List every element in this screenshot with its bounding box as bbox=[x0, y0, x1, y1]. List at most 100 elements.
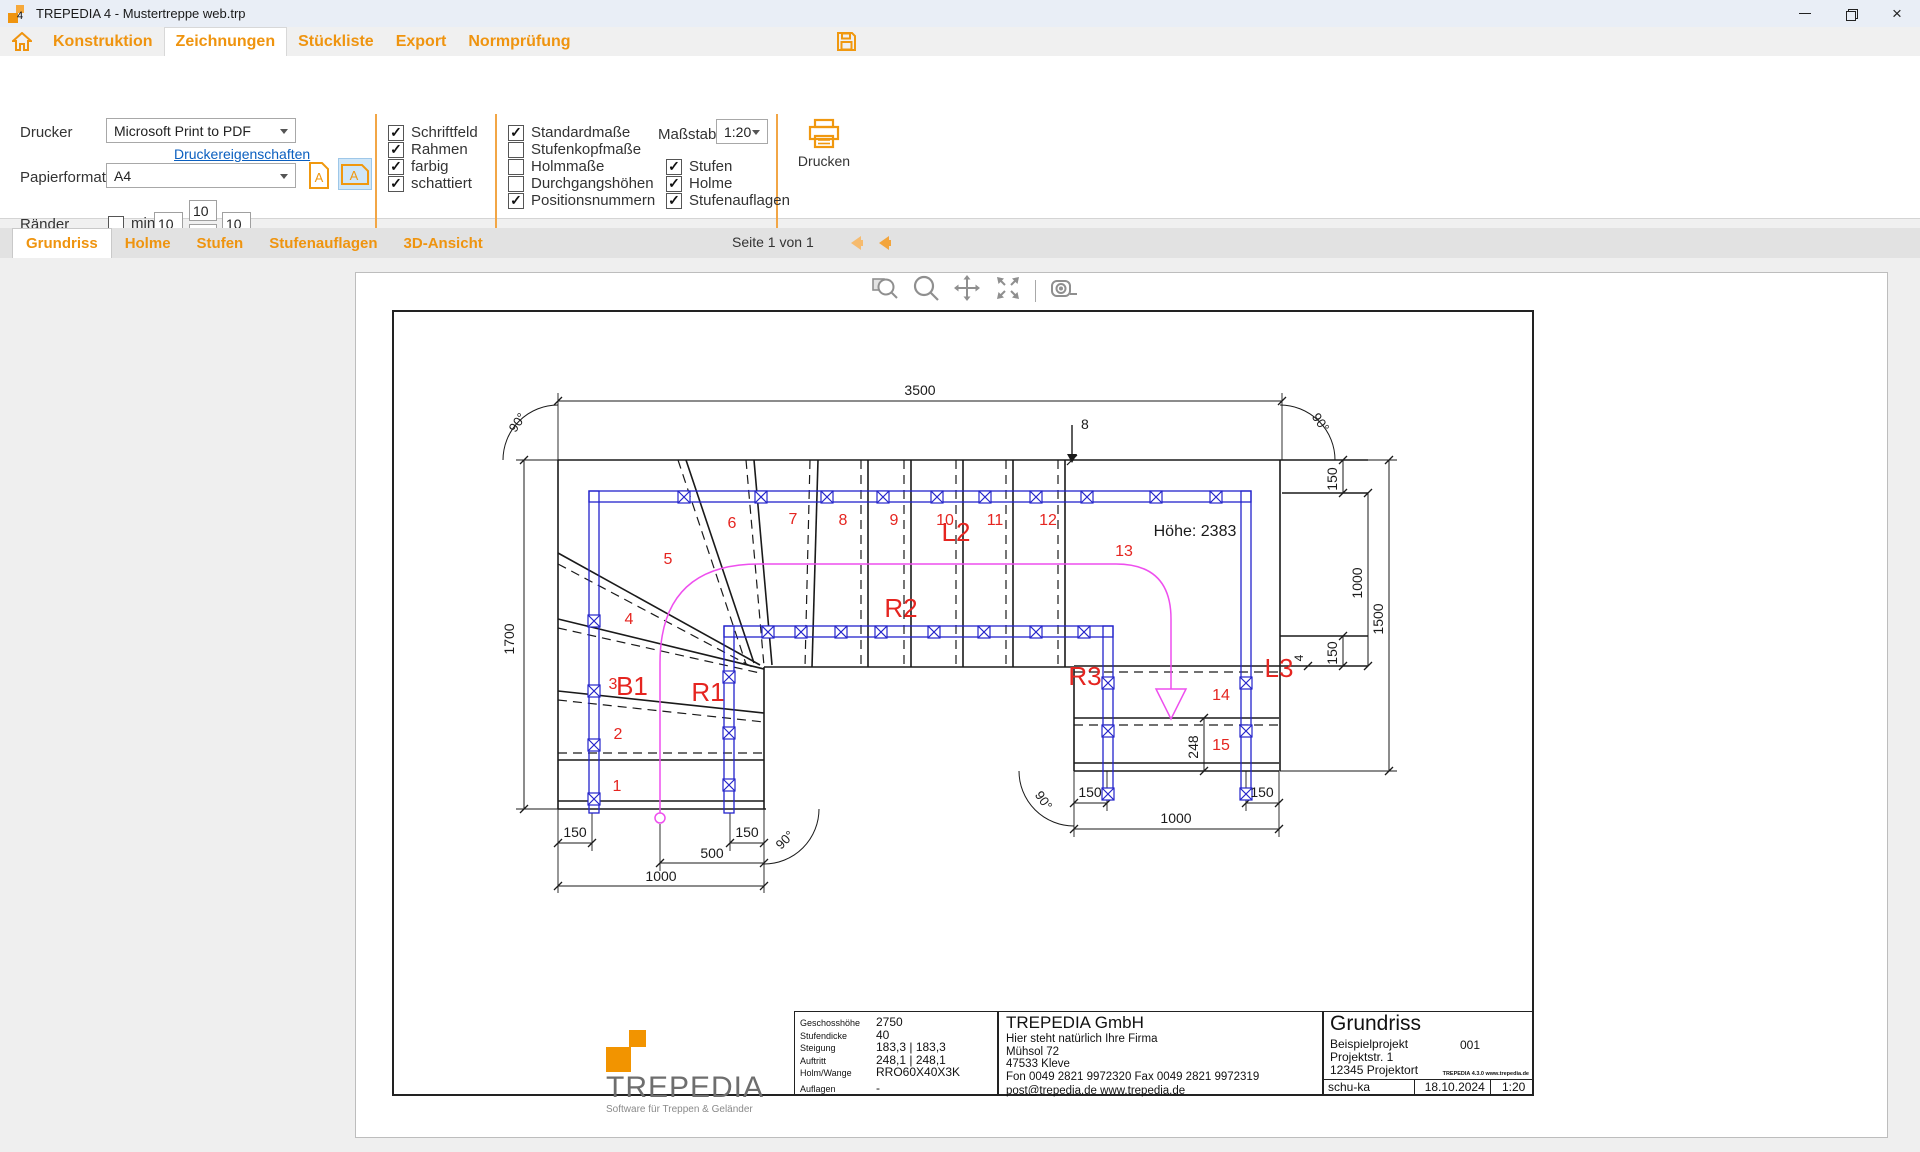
stufenauflagen-checkbox[interactable]: ✓ bbox=[666, 193, 682, 209]
standardmasse-checkbox[interactable]: ✓ bbox=[508, 125, 524, 141]
stufenkopfmasse-label: Stufenkopfmaße bbox=[531, 141, 641, 158]
sheet-scale: 1:20 bbox=[1490, 1080, 1532, 1094]
step-number: 8 bbox=[839, 512, 848, 529]
step-number: 5 bbox=[664, 551, 673, 568]
angle-label: 90° bbox=[1032, 788, 1056, 813]
tab-stueckliste[interactable]: Stückliste bbox=[287, 27, 385, 56]
step-number: 7 bbox=[789, 511, 798, 528]
step-number: 14 bbox=[1212, 687, 1230, 704]
restore-button[interactable] bbox=[1828, 0, 1874, 27]
portrait-a-glyph: A bbox=[315, 170, 324, 185]
param-value: - bbox=[876, 1081, 880, 1095]
walls-and-steps bbox=[558, 460, 1368, 809]
close-button[interactable]: × bbox=[1874, 0, 1920, 27]
holms bbox=[589, 491, 1251, 813]
schattiert-checkbox[interactable]: ✓ bbox=[388, 176, 404, 192]
step-number: 12 bbox=[1039, 512, 1057, 529]
label-l2: L2 bbox=[942, 517, 971, 547]
walk-start-number: 8 bbox=[1081, 416, 1089, 432]
angle-arcs bbox=[503, 405, 1335, 864]
tab-konstruktion[interactable]: Konstruktion bbox=[42, 27, 164, 56]
positionsnummern-checkbox[interactable]: ✓ bbox=[508, 193, 524, 209]
sheet-title: Grundriss bbox=[1330, 1012, 1421, 1036]
doctab-grundriss[interactable]: Grundriss bbox=[12, 228, 112, 258]
holmmasse-label: Holmmaße bbox=[531, 158, 604, 175]
durchgangshoehen-label: Durchgangshöhen bbox=[531, 175, 654, 192]
paper-select[interactable]: A4 bbox=[106, 163, 296, 188]
document-tabbar: Grundriss Holme Stufen Stufenauflagen 3D… bbox=[0, 228, 1920, 259]
landscape-a-glyph: A bbox=[350, 168, 359, 183]
param-label: Holm/Wange bbox=[800, 1068, 876, 1078]
tab-normpruefung[interactable]: Normprüfung bbox=[457, 27, 581, 56]
step-number: 1 bbox=[613, 778, 622, 795]
titlebar: 4 TREPEDIA 4 - Mustertreppe web.trp × bbox=[0, 0, 1920, 27]
dim-label: 1700 bbox=[501, 623, 517, 654]
angle-label: 90° bbox=[506, 410, 530, 435]
param-label: Auftritt bbox=[800, 1056, 876, 1066]
walk-start-arrow bbox=[1067, 425, 1077, 465]
step-number: 6 bbox=[728, 515, 737, 532]
drawing-canvas[interactable]: 3500 1700 150 150 500 1000 150 150 1000 … bbox=[0, 258, 1920, 1152]
stufenkopfmasse-checkbox[interactable] bbox=[508, 142, 524, 158]
titleblock-sheet: Grundriss Beispielprojekt 001 Projektstr… bbox=[1323, 1011, 1533, 1095]
tab-export[interactable]: Export bbox=[385, 27, 458, 56]
param-label: Stufendicke bbox=[800, 1031, 876, 1041]
home-icon[interactable] bbox=[0, 27, 42, 56]
orientation-landscape-button[interactable]: A bbox=[338, 158, 372, 190]
holme-checkbox[interactable]: ✓ bbox=[666, 176, 682, 192]
scale-select-value: 1:20 bbox=[724, 124, 751, 140]
company-line: 47533 Kleve bbox=[1006, 1058, 1322, 1071]
rahmen-checkbox[interactable]: ✓ bbox=[388, 142, 404, 158]
print-button[interactable]: Drucken bbox=[786, 118, 862, 182]
dim-label: 248 bbox=[1185, 735, 1201, 759]
dim-label: 150 bbox=[1324, 641, 1340, 665]
step-number: 15 bbox=[1212, 737, 1230, 754]
previous-page-arrow[interactable] bbox=[840, 234, 864, 257]
doctab-holme[interactable]: Holme bbox=[112, 228, 184, 258]
trepedia-logo: TREPEDIA Software für Treppen & Geländer bbox=[606, 1017, 794, 1087]
step-number: 4 bbox=[625, 611, 634, 628]
minimize-button[interactable] bbox=[1782, 0, 1828, 27]
label-r1: R1 bbox=[691, 677, 724, 707]
printer-label: Drucker bbox=[20, 124, 73, 141]
scale-select[interactable]: 1:20 bbox=[716, 119, 768, 144]
doctab-stufen[interactable]: Stufen bbox=[184, 228, 257, 258]
window-title: TREPEDIA 4 - Mustertreppe web.trp bbox=[36, 6, 246, 21]
durchgangshoehen-checkbox[interactable] bbox=[508, 176, 524, 192]
farbig-label: farbig bbox=[411, 158, 449, 175]
stufen-checkbox[interactable]: ✓ bbox=[666, 159, 682, 175]
paper-label: Papierformat bbox=[20, 169, 106, 186]
printer-properties-link[interactable]: Druckereigenschaften bbox=[174, 146, 310, 162]
param-label: Auflagen bbox=[800, 1084, 876, 1094]
standardmasse-label: Standardmaße bbox=[531, 124, 630, 141]
schattiert-label: schattiert bbox=[411, 175, 472, 192]
orientation-portrait-button[interactable]: A bbox=[306, 160, 332, 190]
farbig-checkbox[interactable]: ✓ bbox=[388, 159, 404, 175]
scale-label: Maßstab bbox=[658, 126, 716, 143]
schriftfeld-checkbox[interactable]: ✓ bbox=[388, 125, 404, 141]
titleblock-company: TREPEDIA GmbH Hier steht natürlich Ihre … bbox=[998, 1011, 1323, 1095]
company-line: Fon 0049 2821 9972320 Fax 0049 2821 9972… bbox=[1006, 1071, 1322, 1084]
tab-zeichnungen[interactable]: Zeichnungen bbox=[164, 27, 288, 56]
sheet-city: 12345 Projektort bbox=[1330, 1063, 1418, 1077]
doctab-stufenauflagen[interactable]: Stufenauflagen bbox=[256, 228, 390, 258]
minimize-icon bbox=[1799, 13, 1811, 14]
step-number: 9 bbox=[890, 512, 899, 529]
app-logo-icon: 4 bbox=[8, 5, 28, 23]
label-r2: R2 bbox=[884, 593, 917, 623]
next-page-arrow[interactable] bbox=[868, 234, 892, 257]
step-support-markers bbox=[588, 491, 1252, 805]
dim-label: 1000 bbox=[1160, 810, 1191, 826]
printer-select[interactable]: Microsoft Print to PDF bbox=[106, 118, 296, 143]
step-number: 11 bbox=[987, 512, 1004, 529]
step-number: 13 bbox=[1115, 543, 1133, 560]
trepedia-logo-icon bbox=[606, 1025, 650, 1073]
margin-top-field[interactable] bbox=[189, 200, 217, 221]
doctab-3d-ansicht[interactable]: 3D-Ansicht bbox=[391, 228, 496, 258]
paper-select-value: A4 bbox=[114, 168, 131, 184]
company-line: Hier steht natürlich Ihre Firma bbox=[1006, 1033, 1322, 1046]
dim-label: 150 bbox=[1250, 784, 1274, 800]
holmmasse-checkbox[interactable] bbox=[508, 159, 524, 175]
save-icon[interactable] bbox=[836, 31, 857, 57]
param-label: Geschosshöhe bbox=[800, 1018, 876, 1028]
